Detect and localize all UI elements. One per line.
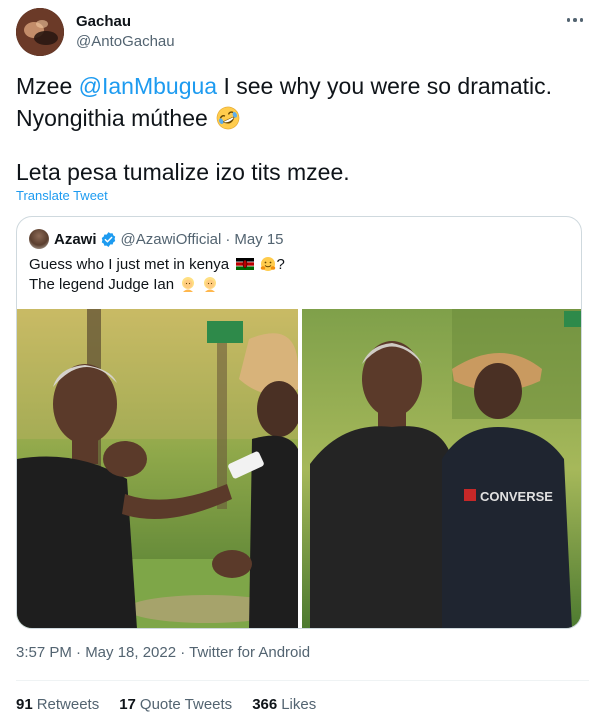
tweet-stats: 91 Retweets 17 Quote Tweets 366 Likes <box>16 696 316 713</box>
timestamp-date[interactable]: 3:57 PM · May 18, 2022 · <box>16 644 189 661</box>
quoted-tweet-card[interactable]: Azawi @AzawiOfficial · May 15 Guess who … <box>16 216 582 629</box>
quoted-text-line-1: Guess who I just met in kenya ? <box>29 255 569 275</box>
mention-link[interactable]: @IanMbugua <box>79 73 217 99</box>
tweet-text-line-2-text: Nyongithia múthee <box>16 105 208 131</box>
likes-count: 366 <box>252 696 278 713</box>
quoted-tweet-text: Guess who I just met in kenya ? The lege… <box>29 255 569 295</box>
quotes-count: 17 <box>119 696 136 713</box>
quoted-date[interactable]: May 15 <box>234 231 283 248</box>
quoted-text-line-2-text: The legend Judge Ian <box>29 276 175 293</box>
quoted-text-line-1-text: Guess who I just met in kenya <box>29 256 230 273</box>
photo-right[interactable]: CONVERSE <box>302 309 581 628</box>
retweets-count: 91 <box>16 696 33 713</box>
tweet-text: Mzee @IanMbugua I see why you were so dr… <box>16 70 589 188</box>
tweet-text-line-3: Leta pesa tumalize izo tits mzee. <box>16 159 350 185</box>
tweet-text-prefix: Mzee <box>16 73 79 99</box>
likes-label: Likes <box>281 696 317 713</box>
photo-right-image: CONVERSE <box>302 309 581 628</box>
quotes-label: Quote Tweets <box>139 696 233 713</box>
tweet: Gachau @AntoGachau Mzee @IanMbugua I see… <box>0 0 605 720</box>
author-handle[interactable]: @AntoGachau <box>76 32 175 52</box>
blond-person-icon <box>182 277 195 292</box>
photo-left[interactable] <box>17 309 298 628</box>
author-avatar-image <box>16 8 64 56</box>
tweet-header: Gachau @AntoGachau <box>16 8 589 56</box>
source-app-link[interactable]: Twitter for Android <box>189 644 310 661</box>
tweet-text-suffix: I see why you were so dramatic. <box>217 73 553 99</box>
quoted-tweet-header: Azawi @AzawiOfficial · May 15 <box>29 229 284 249</box>
author-avatar[interactable] <box>16 8 64 56</box>
quote-tweets-stat[interactable]: 17 Quote Tweets <box>119 696 232 713</box>
quoted-text-line-2: The legend Judge Ian <box>29 275 569 295</box>
tweet-text-line-1: Mzee @IanMbugua I see why you were so dr… <box>16 70 589 102</box>
tweet-timestamp: 3:57 PM · May 18, 2022 · Twitter for And… <box>16 644 310 661</box>
retweets-label: Retweets <box>36 696 100 713</box>
more-options-icon[interactable] <box>561 10 589 30</box>
blond-person-icon <box>204 277 217 292</box>
tweet-text-line-2: Nyongithia múthee <box>16 102 589 134</box>
quoted-author-handle[interactable]: @AzawiOfficial <box>121 231 222 248</box>
retweets-stat[interactable]: 91 Retweets <box>16 696 99 713</box>
verified-badge-icon <box>101 231 115 247</box>
hugging-face-icon <box>261 257 276 271</box>
kenya-flag-icon <box>236 258 255 270</box>
quoted-author-name[interactable]: Azawi <box>54 231 97 248</box>
quoted-photos: CONVERSE <box>17 309 581 628</box>
shirt-brand-text: CONVERSE <box>480 489 553 504</box>
translate-tweet-link[interactable]: Translate Tweet <box>16 188 108 203</box>
quoted-author-avatar[interactable] <box>29 229 49 249</box>
likes-stat[interactable]: 366 Likes <box>252 696 316 713</box>
author-name-block: Gachau @AntoGachau <box>76 12 175 52</box>
quoted-separator: · <box>225 230 231 248</box>
divider <box>16 680 589 681</box>
author-display-name[interactable]: Gachau <box>76 12 175 32</box>
photo-left-image <box>17 309 298 628</box>
rolling-on-floor-laughing-icon <box>216 106 240 130</box>
quoted-text-line-1-suffix: ? <box>276 256 285 273</box>
